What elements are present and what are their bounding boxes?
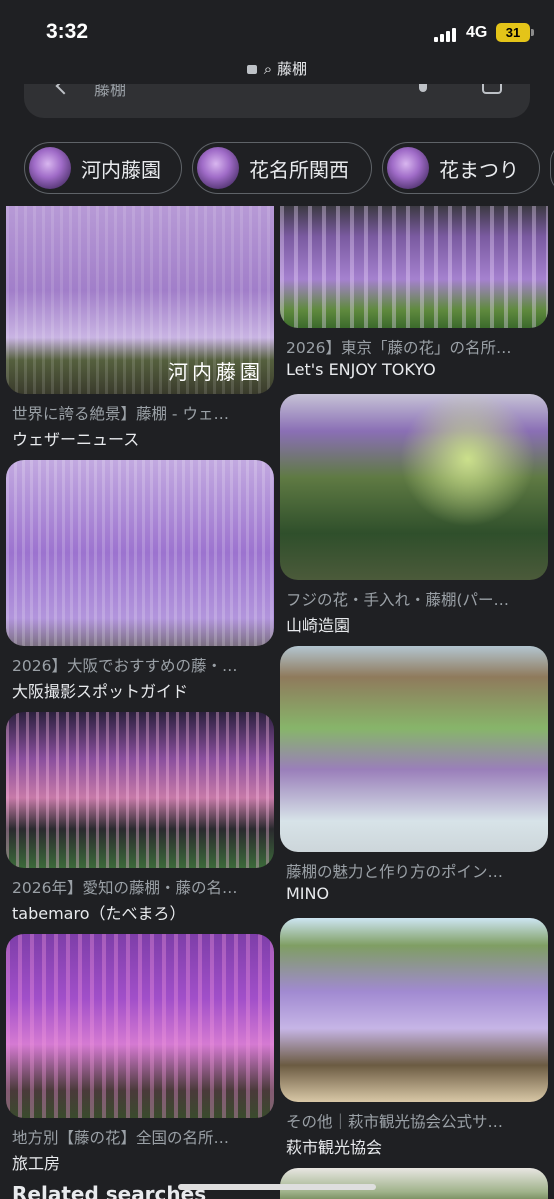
lens-icon[interactable]	[482, 84, 502, 94]
result-image[interactable]	[280, 646, 548, 852]
chip-thumbnail	[387, 147, 429, 189]
result-image[interactable]	[6, 460, 274, 646]
result-image[interactable]	[6, 934, 274, 1118]
result-image[interactable]: 河内藤園	[6, 206, 274, 394]
chip-kawachi-fujien[interactable]: 河内藤園	[24, 142, 182, 194]
back-chevron-icon[interactable]	[55, 84, 73, 95]
result-caption[interactable]: 2026】大阪でおすすめの藤・…	[12, 654, 274, 676]
chip-more[interactable]	[550, 142, 554, 194]
chip-thumbnail	[29, 147, 71, 189]
chip-label: 花まつり	[439, 157, 519, 182]
search-icon: ⌕	[263, 60, 273, 78]
result-source[interactable]: Let's ENJOY TOKYO	[286, 360, 436, 379]
chip-label: 花名所関西	[249, 157, 349, 182]
suggestion-chips: 河内藤園 花名所関西 花まつり	[0, 142, 554, 196]
result-caption[interactable]: フジの花・手入れ・藤棚(パー…	[286, 588, 548, 610]
result-caption[interactable]: 藤棚の魅力と作り方のポイン…	[286, 860, 548, 882]
result-image[interactable]	[280, 206, 548, 328]
chip-hanamatsuri[interactable]: 花まつり	[382, 142, 540, 194]
signal-icon	[434, 26, 460, 42]
result-source[interactable]: MINO	[286, 884, 329, 903]
related-searches-heading: Related searches	[12, 1182, 207, 1199]
result-source[interactable]: 山崎造園	[286, 612, 350, 636]
home-indicator[interactable]	[178, 1184, 376, 1190]
status-time: 3:32	[46, 20, 89, 43]
result-caption[interactable]: 地方別【藤の花】全国の名所…	[12, 1126, 274, 1148]
network-type: 4G	[466, 24, 488, 41]
image-overlay-text: 河内藤園	[168, 360, 264, 384]
search-input[interactable]: 藤棚	[94, 84, 126, 100]
search-box[interactable]: 藤棚	[24, 84, 530, 118]
result-source[interactable]: 大阪撮影スポットガイド	[12, 678, 188, 702]
chip-hanameisho-kansai[interactable]: 花名所関西	[192, 142, 372, 194]
chip-label: 河内藤園	[81, 157, 161, 182]
result-image[interactable]	[280, 394, 548, 580]
result-source[interactable]: 萩市観光協会	[286, 1134, 382, 1158]
battery-icon: 31	[496, 23, 530, 42]
lock-icon	[247, 65, 257, 74]
result-caption[interactable]: 2026】東京「藤の花」の名所…	[286, 336, 548, 358]
result-source[interactable]: tabemaro（たべまろ）	[12, 900, 186, 924]
battery-nub	[531, 29, 534, 36]
result-caption[interactable]: 世界に誇る絶景】藤棚 - ウェ…	[12, 402, 274, 424]
mic-icon[interactable]	[419, 84, 427, 92]
result-source[interactable]: 旅工房	[12, 1150, 60, 1174]
result-source[interactable]: ウェザーニュース	[12, 426, 139, 450]
result-image[interactable]	[6, 712, 274, 868]
chip-thumbnail	[197, 147, 239, 189]
status-bar: 3:32 4G 31	[0, 0, 554, 60]
result-image[interactable]	[280, 918, 548, 1102]
result-caption[interactable]: その他｜萩市観光協会公式サ…	[286, 1110, 548, 1132]
url-bar[interactable]: ⌕ 藤棚	[0, 58, 554, 79]
result-caption[interactable]: 2026年】愛知の藤棚・藤の名…	[12, 876, 274, 898]
url-query: 藤棚	[276, 60, 307, 78]
